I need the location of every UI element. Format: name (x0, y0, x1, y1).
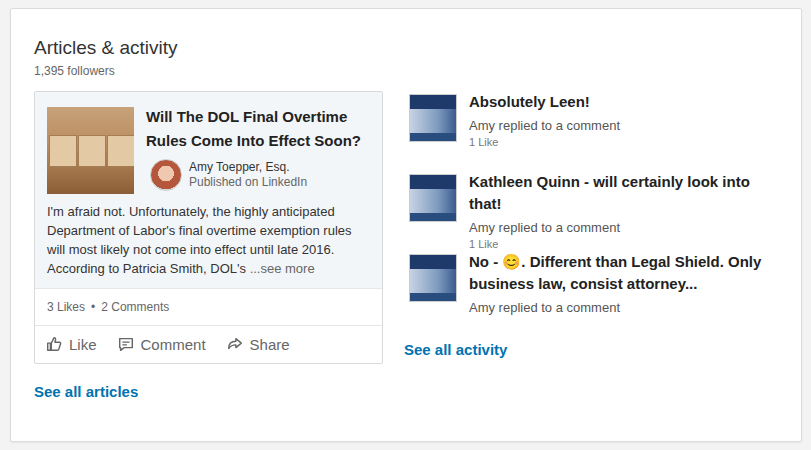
thumbs-up-icon (45, 335, 63, 353)
comments-count[interactable]: 2 Comments (101, 300, 169, 314)
activity-title[interactable]: Kathleen Quinn - will certainly look int… (469, 171, 778, 215)
article-author[interactable]: Amy Toepper, Esq.Published on LinkedIn (150, 159, 370, 191)
author-info: Amy Toepper, Esq.Published on LinkedIn (189, 160, 307, 190)
activity-thumbnail[interactable] (409, 174, 457, 222)
activity-text: No - 😊. Different than Legal Shield. Onl… (469, 251, 778, 331)
see-all-activity-link[interactable]: See all activity (404, 341, 778, 358)
activity-meta: Amy replied to a comment (469, 117, 620, 135)
section-title: Articles & activity (34, 35, 778, 61)
activity-item[interactable]: No - 😊. Different than Legal Shield. Onl… (409, 251, 778, 331)
article-excerpt: I'm afraid not. Unfortunately, the highl… (47, 202, 370, 278)
articles-column: Will The DOL Final Overtime Rules Come I… (34, 91, 383, 401)
see-more-link[interactable]: ...see more (250, 261, 315, 276)
share-button[interactable]: Share (226, 335, 290, 353)
activity-text: Absolutely Leen! Amy replied to a comment… (469, 91, 620, 171)
action-label: Like (69, 336, 97, 353)
article-header: Will The DOL Final Overtime Rules Come I… (47, 107, 370, 194)
see-all-articles-link[interactable]: See all articles (34, 383, 138, 400)
action-label: Share (250, 336, 290, 353)
activity-likes[interactable]: 1 Like (469, 135, 620, 149)
article-counts: 3 Likes • 2 Comments (35, 288, 382, 325)
page: Articles & activity 1,395 followers Will T… (0, 0, 811, 450)
action-label: Comment (141, 336, 206, 353)
activity-title[interactable]: Absolutely Leen! (469, 91, 620, 113)
followers-count: 1,395 followers (34, 63, 778, 79)
activity-likes[interactable]: 1 Like (469, 237, 778, 251)
author-name[interactable]: Amy Toepper, Esq. (189, 160, 307, 175)
activity-thumbnail[interactable] (409, 254, 457, 302)
like-button[interactable]: Like (45, 335, 97, 353)
article-body: Will The DOL Final Overtime Rules Come I… (35, 92, 382, 288)
article-title[interactable]: Will The DOL Final Overtime Rules Come I… (146, 105, 370, 153)
counts-separator: • (91, 300, 95, 314)
activity-meta: Amy replied to a comment (469, 299, 778, 317)
activity-title[interactable]: No - 😊. Different than Legal Shield. Onl… (469, 251, 778, 295)
activity-column: Absolutely Leen! Amy replied to a comment… (405, 91, 778, 401)
article-image[interactable] (47, 107, 134, 194)
article-actions: Like Comment Share (35, 325, 382, 363)
published-label: Published on LinkedIn (189, 175, 307, 190)
activity-meta: Amy replied to a comment (469, 219, 778, 237)
activity-item[interactable]: Kathleen Quinn - will certainly look int… (409, 171, 778, 251)
author-avatar-icon[interactable] (150, 159, 182, 191)
share-arrow-icon (226, 335, 244, 353)
comment-icon (117, 335, 135, 353)
article-card[interactable]: Will The DOL Final Overtime Rules Come I… (34, 91, 383, 364)
comment-button[interactable]: Comment (117, 335, 206, 353)
likes-count[interactable]: 3 Likes (47, 300, 85, 314)
activity-item[interactable]: Absolutely Leen! Amy replied to a comment… (409, 91, 778, 171)
activity-text: Kathleen Quinn - will certainly look int… (469, 171, 778, 251)
articles-activity-card: Articles & activity 1,395 followers Will T… (10, 8, 802, 442)
content-columns: Will The DOL Final Overtime Rules Come I… (34, 91, 778, 401)
article-heading: Will The DOL Final Overtime Rules Come I… (146, 107, 370, 194)
activity-thumbnail[interactable] (409, 94, 457, 142)
